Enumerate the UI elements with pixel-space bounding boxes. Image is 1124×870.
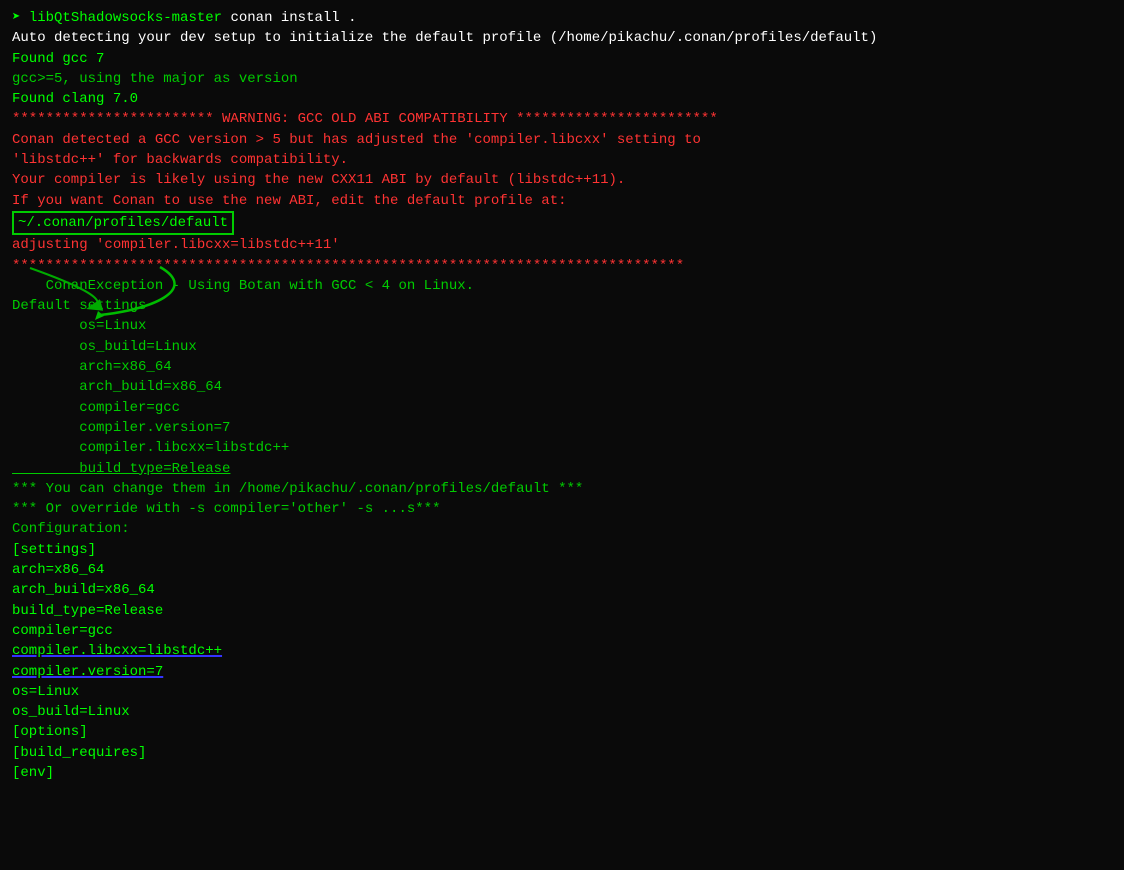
terminal-line: 'libstdc++' for backwards compatibility. [12,150,1112,170]
terminal-line: ~/.conan/profiles/default [12,211,1112,235]
terminal-line: [settings] [12,540,1112,560]
terminal-line: os_build=Linux [12,702,1112,722]
terminal-line: adjusting 'compiler.libcxx=libstdc++11' [12,235,1112,255]
terminal-line: compiler=gcc [12,398,1112,418]
terminal-line: ➤ libQtShadowsocks-master conan install … [12,8,1112,28]
terminal-line: If you want Conan to use the new ABI, ed… [12,191,1112,211]
terminal-line: ****************************************… [12,256,1112,276]
terminal-line: [env] [12,763,1112,783]
terminal-line: build_type=Release [12,459,1112,479]
terminal-line: Auto detecting your dev setup to initial… [12,28,1112,48]
terminal-line: Default settings [12,296,1112,316]
terminal-line: *** Or override with -s compiler='other'… [12,499,1112,519]
terminal-line: compiler.version=7 [12,662,1112,682]
terminal-line: arch=x86_64 [12,560,1112,580]
terminal-line: Found gcc 7 [12,49,1112,69]
terminal-line: gcc>=5, using the major as version [12,69,1112,89]
terminal-line: arch_build=x86_64 [12,377,1112,397]
terminal-line: [options] [12,722,1112,742]
terminal-window[interactable]: ➤ libQtShadowsocks-master conan install … [0,0,1124,870]
terminal-line: os=Linux [12,682,1112,702]
terminal-line: Found clang 7.0 [12,89,1112,109]
terminal-line: build_type=Release [12,601,1112,621]
terminal-line: Conan detected a GCC version > 5 but has… [12,130,1112,150]
terminal-line: Configuration: [12,519,1112,539]
terminal-line: Your compiler is likely using the new CX… [12,170,1112,190]
terminal-line: arch=x86_64 [12,357,1112,377]
terminal-line: ************************ WARNING: GCC OL… [12,109,1112,129]
terminal-line: [build_requires] [12,743,1112,763]
terminal-line: os_build=Linux [12,337,1112,357]
terminal-line: ConanException - Using Botan with GCC < … [12,276,1112,296]
terminal-line: arch_build=x86_64 [12,580,1112,600]
terminal-line: compiler.libcxx=libstdc++ [12,438,1112,458]
terminal-line: compiler=gcc [12,621,1112,641]
terminal-line: os=Linux [12,316,1112,336]
terminal-line: *** You can change them in /home/pikachu… [12,479,1112,499]
terminal-line: compiler.libcxx=libstdc++ [12,641,1112,661]
terminal-line: compiler.version=7 [12,418,1112,438]
